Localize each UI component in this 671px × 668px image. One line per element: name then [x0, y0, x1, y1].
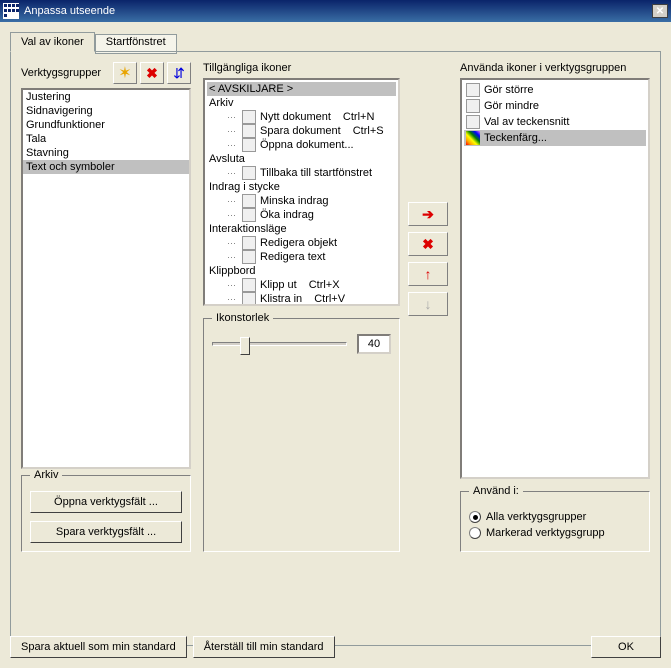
item-icon: [242, 292, 256, 306]
tree-separator-header[interactable]: < AVSKILJARE >: [207, 82, 396, 96]
tree-item[interactable]: ⋯Spara dokumentCtrl+S: [207, 124, 396, 138]
radio-all-label: Alla verktygsgrupper: [486, 511, 586, 523]
remove-button[interactable]: ✖: [408, 232, 448, 256]
item-label: Nytt dokument: [260, 111, 331, 123]
tab-icons[interactable]: Val av ikoner: [10, 32, 95, 52]
item-label: Redigera objekt: [260, 237, 337, 249]
tree-category[interactable]: Interaktionsläge: [207, 222, 396, 236]
archive-legend: Arkiv: [30, 469, 62, 481]
radio-all[interactable]: [469, 511, 481, 523]
group-item[interactable]: Tala: [23, 132, 189, 146]
tree-category[interactable]: Klippbord: [207, 264, 396, 278]
item-label: Minska indrag: [260, 195, 328, 207]
add-button[interactable]: ➔: [408, 202, 448, 226]
item-icon: [242, 250, 256, 264]
used-item[interactable]: Gör större: [464, 82, 646, 98]
item-label: Klistra in: [260, 293, 302, 305]
save-default-button[interactable]: Spara aktuell som min standard: [10, 636, 187, 658]
slider-thumb[interactable]: [240, 337, 250, 355]
tree-category[interactable]: Indrag i stycke: [207, 180, 396, 194]
iconsize-legend: Ikonstorlek: [212, 312, 273, 324]
used-label: Använda ikoner i verktygsgruppen: [460, 62, 650, 74]
delete-group-button[interactable]: ✖: [140, 62, 164, 84]
item-shortcut: Ctrl+N: [343, 111, 374, 123]
tree-item[interactable]: ⋯Tillbaka till startfönstret: [207, 166, 396, 180]
new-group-button[interactable]: ✶: [113, 62, 137, 84]
item-icon: [242, 124, 256, 138]
ok-button[interactable]: OK: [591, 636, 661, 658]
sort-icon: ⇵: [173, 65, 185, 82]
item-label: Öppna dokument...: [260, 139, 354, 151]
item-icon: [242, 138, 256, 152]
used-item[interactable]: Gör mindre: [464, 98, 646, 114]
move-down-button: ↓: [408, 292, 448, 316]
open-toolbar-button[interactable]: Öppna verktygsfält ...: [30, 491, 182, 513]
radio-all-row[interactable]: Alla verktygsgrupper: [469, 511, 641, 523]
star-icon: ✶: [118, 63, 131, 83]
item-label: Öka indrag: [260, 209, 314, 221]
item-icon: [242, 208, 256, 222]
sort-group-button[interactable]: ⇵: [167, 62, 191, 84]
used-item[interactable]: Val av teckensnitt: [464, 114, 646, 130]
item-icon: [242, 194, 256, 208]
item-label: Gör mindre: [484, 100, 539, 112]
tree-item[interactable]: ⋯Nytt dokumentCtrl+N: [207, 110, 396, 124]
close-button[interactable]: ✕: [652, 4, 668, 18]
group-item[interactable]: Stavning: [23, 146, 189, 160]
item-shortcut: Ctrl+V: [314, 293, 345, 305]
available-tree[interactable]: < AVSKILJARE >Arkiv⋯Nytt dokumentCtrl+N⋯…: [203, 78, 400, 306]
tree-category[interactable]: Arkiv: [207, 96, 396, 110]
tree-item[interactable]: ⋯Redigera text: [207, 250, 396, 264]
groups-label: Verktygsgrupper: [21, 67, 110, 79]
group-item[interactable]: Grundfunktioner: [23, 118, 189, 132]
item-icon: [242, 166, 256, 180]
item-label: Tillbaka till startfönstret: [260, 167, 372, 179]
item-label: Gör större: [484, 84, 534, 96]
radio-marked-label: Markerad verktygsgrupp: [486, 527, 605, 539]
app-icon: [3, 3, 19, 19]
move-up-button[interactable]: ↑: [408, 262, 448, 286]
item-label: Redigera text: [260, 251, 325, 263]
used-item[interactable]: Teckenfärg...: [464, 130, 646, 146]
group-item[interactable]: Justering: [23, 90, 189, 104]
delete-icon: ✖: [146, 65, 158, 82]
item-label: Teckenfärg...: [484, 132, 547, 144]
iconsize-slider[interactable]: [212, 342, 347, 346]
tree-item[interactable]: ⋯Klipp utCtrl+X: [207, 278, 396, 292]
window-title: Anpassa utseende: [24, 5, 115, 17]
tree-category[interactable]: Avsluta: [207, 152, 396, 166]
item-icon: [466, 115, 480, 129]
save-toolbar-button[interactable]: Spara verktygsfält ...: [30, 521, 182, 543]
group-item[interactable]: Sidnavigering: [23, 104, 189, 118]
item-icon: [242, 236, 256, 250]
tree-item[interactable]: ⋯Öka indrag: [207, 208, 396, 222]
item-shortcut: Ctrl+X: [309, 279, 340, 291]
used-listbox[interactable]: Gör större Gör mindre Val av teckensnitt Te…: [460, 78, 650, 479]
item-icon: [242, 110, 256, 124]
groups-listbox[interactable]: JusteringSidnavigeringGrundfunktionerTal…: [21, 88, 191, 469]
item-icon: [242, 278, 256, 292]
tree-item[interactable]: ⋯Klistra inCtrl+V: [207, 292, 396, 306]
item-icon: [466, 131, 480, 145]
iconsize-value: 40: [357, 334, 391, 354]
group-item[interactable]: Text och symboler: [23, 160, 189, 174]
item-icon: [466, 83, 480, 97]
item-icon: [466, 99, 480, 113]
available-label: Tillgängliga ikoner: [203, 62, 400, 74]
restore-default-button[interactable]: Återställ till min standard: [193, 636, 335, 658]
item-shortcut: Ctrl+S: [353, 125, 384, 137]
tree-item[interactable]: ⋯Öppna dokument...: [207, 138, 396, 152]
radio-marked[interactable]: [469, 527, 481, 539]
tree-item[interactable]: ⋯Redigera objekt: [207, 236, 396, 250]
item-label: Val av teckensnitt: [484, 116, 569, 128]
tree-item[interactable]: ⋯Minska indrag: [207, 194, 396, 208]
item-label: Spara dokument: [260, 125, 341, 137]
usein-legend: Använd i:: [469, 485, 523, 497]
item-label: Klipp ut: [260, 279, 297, 291]
radio-marked-row[interactable]: Markerad verktygsgrupp: [469, 527, 641, 539]
